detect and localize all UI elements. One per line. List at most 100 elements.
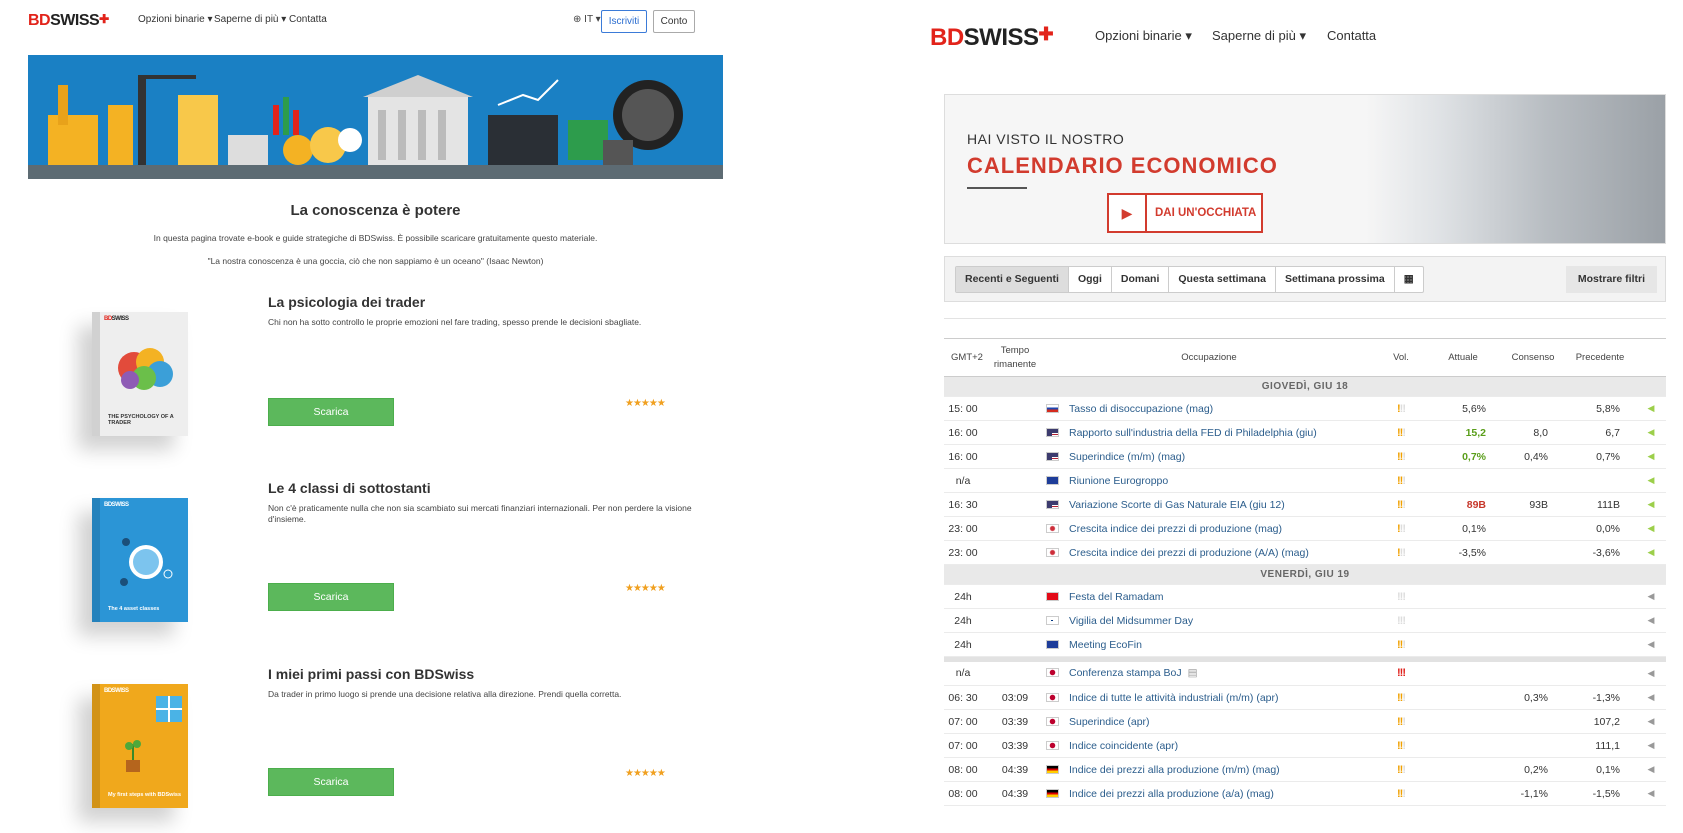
nav-binary-options[interactable]: Opzioni binarie ▾ bbox=[138, 14, 213, 25]
ebook-cover-first-steps[interactable]: BDSWISS My first steps with BDSwiss bbox=[92, 684, 188, 808]
nav-learn-more[interactable]: Saperne di più ▾ bbox=[1212, 28, 1306, 44]
event-name-cell[interactable]: Indice dei prezzi alla produzione (m/m) … bbox=[1040, 757, 1378, 782]
event-row[interactable]: n/a Conferenza stampa BoJ ▤!!! ◀ bbox=[944, 661, 1666, 686]
event-name-cell[interactable]: Tasso di disoccupazione (mag) bbox=[1040, 396, 1378, 421]
event-name-cell[interactable]: Indice coincidente (apr) bbox=[1040, 733, 1378, 758]
bdswiss-logo[interactable]: BDSWISS✚ bbox=[28, 12, 109, 30]
event-row[interactable]: 08: 00 04:39 Indice dei prezzi alla produz… bbox=[944, 781, 1666, 806]
event-name-cell[interactable]: Indice dei prezzi alla produzione (a/a) … bbox=[1040, 781, 1378, 806]
tab-this-week[interactable]: Questa settimana bbox=[1169, 267, 1276, 292]
event-row[interactable]: 24h Festa del Ramadam!!! ◀ bbox=[944, 584, 1666, 609]
actual-value bbox=[1424, 733, 1502, 758]
event-time: 16: 30 bbox=[944, 492, 990, 517]
event-row[interactable]: 06: 30 03:09 Indice di tutte le attività i… bbox=[944, 685, 1666, 710]
logo-flag-icon: ✚ bbox=[99, 12, 109, 26]
event-row[interactable]: 24h Meeting EcoFin!!! ◀ bbox=[944, 632, 1666, 657]
flag-fi-icon bbox=[1046, 615, 1059, 625]
download-button[interactable]: Scarica bbox=[268, 768, 394, 796]
event-row[interactable]: n/a Riunione Eurogroppo!!! ◀ bbox=[944, 468, 1666, 493]
tab-recent-upcoming[interactable]: Recenti e Seguenti bbox=[956, 267, 1069, 292]
col-time: GMT+2 bbox=[944, 338, 990, 377]
event-name-cell[interactable]: Vigilia del Midsummer Day bbox=[1040, 608, 1378, 633]
tab-next-week[interactable]: Settimana prossima bbox=[1276, 267, 1395, 292]
calendar-promo-banner[interactable]: HAI VISTO IL NOSTRO CALENDARIO ECONOMICO… bbox=[944, 94, 1666, 244]
take-a-look-button[interactable]: ▶ DAI UN'OCCHIATA bbox=[1107, 193, 1263, 233]
consensus-value: 0,2% bbox=[1502, 757, 1564, 782]
actual-value bbox=[1424, 632, 1502, 657]
expand-arrow-icon[interactable]: ◀ bbox=[1636, 420, 1666, 445]
expand-arrow-icon[interactable]: ◀ bbox=[1636, 733, 1666, 758]
expand-arrow-icon[interactable]: ◀ bbox=[1636, 781, 1666, 806]
city-illustration bbox=[48, 75, 683, 165]
expand-arrow-icon[interactable]: ◀ bbox=[1636, 709, 1666, 734]
register-button[interactable]: Iscriviti bbox=[601, 10, 647, 33]
nav-contact[interactable]: Contatta bbox=[289, 14, 327, 25]
expand-arrow-icon[interactable]: ◀ bbox=[1636, 492, 1666, 517]
expand-arrow-icon[interactable]: ◀ bbox=[1636, 661, 1666, 686]
expand-arrow-icon[interactable]: ◀ bbox=[1636, 468, 1666, 493]
show-filters-button[interactable]: Mostrare filtri bbox=[1565, 266, 1657, 293]
event-row[interactable]: 24h Vigilia del Midsummer Day!!! ◀ bbox=[944, 608, 1666, 633]
promo-subtitle: HAI VISTO IL NOSTRO bbox=[967, 131, 1125, 147]
ebook-cover-asset-classes[interactable]: BDSWISS The 4 asset classes bbox=[92, 498, 188, 622]
event-row[interactable]: 16: 00 Superindice (m/m) (mag)!!! 0,7% 0,4%… bbox=[944, 444, 1666, 469]
consensus-value bbox=[1502, 584, 1564, 609]
expand-arrow-icon[interactable]: ◀ bbox=[1636, 685, 1666, 710]
event-name-cell[interactable]: Crescita indice dei prezzi di produzione… bbox=[1040, 540, 1378, 565]
event-name-cell[interactable]: Rapporto sull'industria della FED di Phi… bbox=[1040, 420, 1378, 445]
event-name-cell[interactable]: Crescita indice dei prezzi di produzione… bbox=[1040, 516, 1378, 541]
time-remaining bbox=[990, 540, 1040, 565]
volatility-indicator: !!! bbox=[1378, 492, 1424, 517]
time-remaining bbox=[990, 444, 1040, 469]
expand-arrow-icon[interactable]: ◀ bbox=[1636, 584, 1666, 609]
event-name-cell[interactable]: Festa del Ramadam bbox=[1040, 584, 1378, 609]
download-button[interactable]: Scarica bbox=[268, 398, 394, 426]
event-row[interactable]: 16: 00 Rapporto sull'industria della FED … bbox=[944, 420, 1666, 445]
event-row[interactable]: 23: 00 Crescita indice dei prezzi di prod… bbox=[944, 516, 1666, 541]
event-name-cell[interactable]: Variazione Scorte di Gas Naturale EIA (g… bbox=[1040, 492, 1378, 517]
expand-arrow-icon[interactable]: ◀ bbox=[1636, 516, 1666, 541]
tab-today[interactable]: Oggi bbox=[1069, 267, 1112, 292]
event-name-cell[interactable]: Meeting EcoFin bbox=[1040, 632, 1378, 657]
event-name-cell[interactable]: Indice di tutte le attività industriali … bbox=[1040, 685, 1378, 710]
consensus-value: 93B bbox=[1502, 492, 1564, 517]
download-button[interactable]: Scarica bbox=[268, 583, 394, 611]
expand-arrow-icon[interactable]: ◀ bbox=[1636, 608, 1666, 633]
volatility-indicator: !!! bbox=[1378, 685, 1424, 710]
event-row[interactable]: 23: 00 Crescita indice dei prezzi di prod… bbox=[944, 540, 1666, 565]
day-header: VENERDÌ, GIU 19 bbox=[944, 564, 1666, 585]
event-name-cell[interactable]: Conferenza stampa BoJ ▤ bbox=[1040, 661, 1378, 686]
language-selector[interactable]: ⊕ IT ▾ bbox=[573, 14, 601, 25]
event-row[interactable]: 08: 00 04:39 Indice dei prezzi alla produz… bbox=[944, 757, 1666, 782]
previous-value: -1,3% bbox=[1564, 685, 1636, 710]
expand-arrow-icon[interactable]: ◀ bbox=[1636, 632, 1666, 657]
bdswiss-logo[interactable]: BDSWISS✚ bbox=[930, 24, 1054, 52]
tab-tomorrow[interactable]: Domani bbox=[1112, 267, 1170, 292]
document-icon[interactable]: ▤ bbox=[1188, 667, 1198, 679]
ebook-description: Chi non ha sotto controllo le proprie em… bbox=[268, 317, 642, 327]
event-row[interactable]: 07: 00 03:39 Superindice (apr)!!! 107,2 ◀ bbox=[944, 709, 1666, 734]
nav-contact[interactable]: Contatta bbox=[1327, 28, 1376, 43]
event-name-cell[interactable]: Superindice (m/m) (mag) bbox=[1040, 444, 1378, 469]
volatility-indicator: !!! bbox=[1378, 468, 1424, 493]
ebook-cover-psychology[interactable]: BDSWISS THE PSYCHOLOGY OF A TRADER bbox=[92, 312, 188, 436]
expand-arrow-icon[interactable]: ◀ bbox=[1636, 444, 1666, 469]
expand-arrow-icon[interactable]: ◀ bbox=[1636, 757, 1666, 782]
account-button[interactable]: Conto bbox=[653, 10, 695, 33]
hero-banner bbox=[28, 55, 723, 179]
event-row[interactable]: 16: 30 Variazione Scorte di Gas Naturale … bbox=[944, 492, 1666, 517]
event-name-cell[interactable]: Superindice (apr) bbox=[1040, 709, 1378, 734]
event-name-cell[interactable]: Riunione Eurogroppo bbox=[1040, 468, 1378, 493]
volatility-indicator: !!! bbox=[1378, 584, 1424, 609]
event-name: Rapporto sull'industria della FED di Phi… bbox=[1069, 426, 1317, 439]
nav-binary-options[interactable]: Opzioni binarie ▾ bbox=[1095, 28, 1192, 44]
nav-learn-more[interactable]: Saperne di più ▾ bbox=[214, 14, 286, 25]
actual-value bbox=[1424, 661, 1502, 686]
event-row[interactable]: 07: 00 03:39 Indice coincidente (apr)!!! 11… bbox=[944, 733, 1666, 758]
time-remaining bbox=[990, 468, 1040, 493]
calendar-icon[interactable]: ▦ bbox=[1395, 267, 1423, 292]
event-row[interactable]: 15: 00 Tasso di disoccupazione (mag)!!! 5,… bbox=[944, 396, 1666, 421]
expand-arrow-icon[interactable]: ◀ bbox=[1636, 540, 1666, 565]
people-photo bbox=[1365, 95, 1665, 243]
expand-arrow-icon[interactable]: ◀ bbox=[1636, 396, 1666, 421]
